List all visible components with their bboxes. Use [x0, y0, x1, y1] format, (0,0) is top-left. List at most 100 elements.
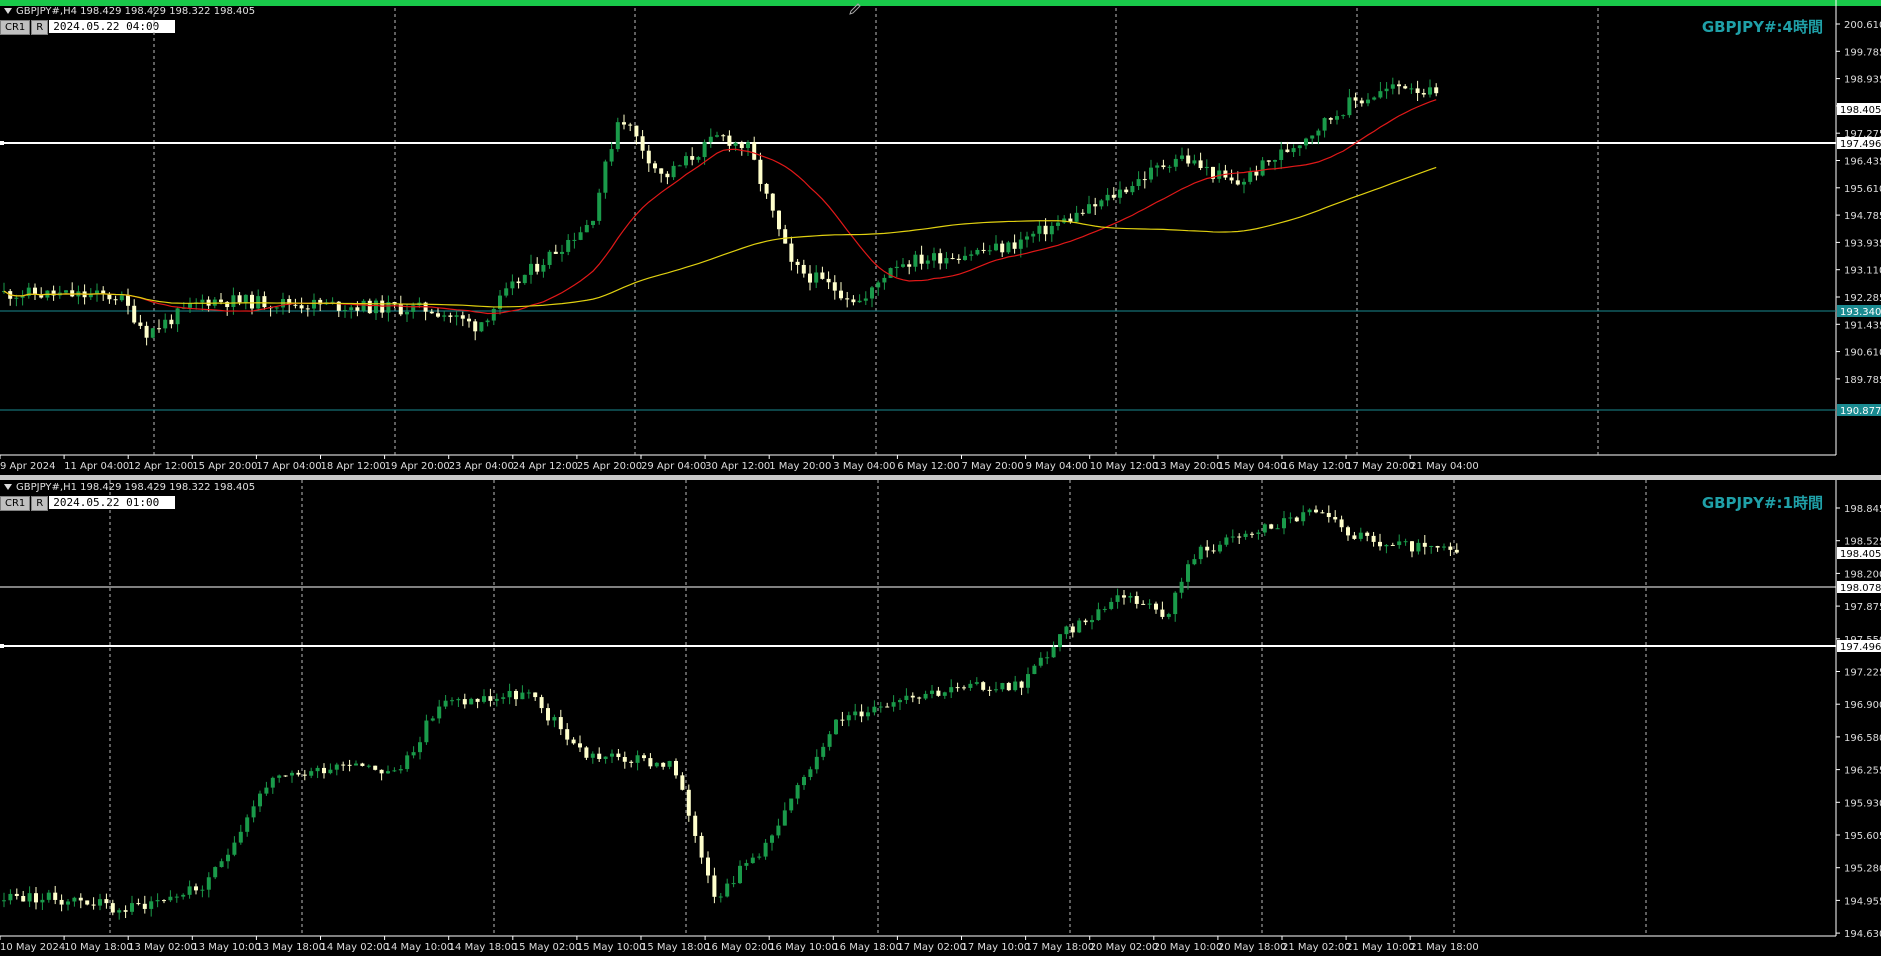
candle-body: [840, 719, 845, 721]
candle-body: [450, 700, 454, 702]
candle-body: [932, 253, 936, 261]
candle-body: [1180, 155, 1184, 159]
candle-body: [448, 315, 453, 317]
candle-body: [917, 697, 922, 699]
candle-body: [66, 901, 70, 905]
candle-body: [501, 697, 506, 699]
candle-body: [1250, 533, 1254, 535]
candle-body: [27, 893, 32, 902]
candle-body: [1160, 609, 1165, 617]
candle-body: [1204, 166, 1209, 169]
price-label: 193.935: [1844, 238, 1881, 249]
h4-chart-panel[interactable]: GBPJPY#,H4 198.429 198.429 198.322 198.4…: [0, 0, 1881, 475]
candle-body: [155, 900, 160, 902]
candle-body: [603, 756, 608, 760]
candle-body: [8, 893, 13, 901]
candle-body: [541, 264, 546, 272]
candle-body: [436, 313, 440, 317]
candle-body: [175, 308, 180, 325]
candle-body: [21, 895, 26, 902]
time-label: 29 Apr 04:00: [641, 461, 706, 472]
candle-body: [488, 696, 493, 701]
h4-chart-canvas[interactable]: 200.610199.785198.935198.110197.275196.4…: [0, 0, 1881, 475]
candle-body: [1049, 225, 1054, 235]
candle-body: [1161, 165, 1166, 168]
candle-body: [859, 711, 864, 717]
candle-body: [174, 896, 179, 898]
candle-body: [1142, 179, 1147, 181]
candle-body: [1291, 148, 1296, 153]
candle-body: [770, 835, 774, 843]
candle-body: [290, 772, 294, 776]
candle-body: [157, 328, 161, 330]
candle-body: [529, 263, 533, 275]
candle-body: [950, 258, 955, 260]
candle-body: [648, 758, 653, 767]
candle-body: [1326, 512, 1331, 518]
candle-body: [1260, 160, 1265, 176]
candle-body: [1347, 97, 1352, 116]
candle-body: [258, 793, 262, 807]
candle-body: [374, 300, 378, 314]
candle-body: [70, 290, 75, 297]
candle-body: [578, 232, 583, 240]
candle-body: [763, 842, 768, 857]
candle-body: [104, 899, 109, 904]
candle-body: [144, 325, 149, 338]
time-label: 1 May 20:00: [769, 461, 831, 472]
candle-body: [206, 877, 211, 890]
candle-body: [578, 743, 582, 748]
candle-body: [277, 775, 282, 778]
candle-body: [853, 711, 858, 716]
candle-body: [1111, 194, 1116, 198]
candle-body: [546, 708, 550, 721]
candle-body: [615, 122, 620, 150]
time-label: 13 May 20:00: [1154, 461, 1223, 472]
time-label: 9 May 04:00: [1026, 461, 1088, 472]
price-label: 194.630: [1844, 929, 1881, 940]
candle-body: [1124, 189, 1129, 193]
candle-body: [78, 897, 83, 901]
candle-body: [53, 892, 58, 900]
candle-body: [113, 299, 118, 301]
candle-body: [232, 842, 237, 855]
candle-body: [1378, 91, 1383, 98]
candle-body: [808, 769, 813, 777]
candle-body: [706, 857, 710, 876]
h1-chart-panel[interactable]: GBPJPY#,H1 198.429 198.429 198.322 198.4…: [0, 480, 1881, 956]
candle-body: [733, 142, 738, 146]
candle-body: [845, 298, 850, 300]
h1-chart-canvas[interactable]: 198.845198.525198.200197.875197.550197.2…: [0, 480, 1881, 956]
time-label: 9 Apr 2024: [0, 461, 55, 472]
candle-body: [1051, 647, 1056, 658]
candle-body: [411, 752, 416, 756]
candle-body: [299, 305, 304, 309]
candle-body: [361, 300, 366, 311]
price-label: 198.935: [1844, 75, 1881, 86]
price-tag-text: 190.877: [1840, 406, 1881, 417]
candle-body: [566, 239, 571, 252]
candle-body: [1421, 92, 1426, 95]
price-label: 197.875: [1844, 602, 1881, 613]
candle-body: [1025, 236, 1029, 240]
candle-body: [923, 693, 928, 699]
candle-body: [783, 229, 788, 244]
candle-body: [981, 682, 986, 690]
candle-body: [1422, 542, 1427, 547]
candle-body: [1435, 545, 1440, 548]
time-label: 21 May 10:00: [1346, 942, 1415, 953]
candle-body: [1000, 682, 1005, 690]
candle-body: [1224, 537, 1229, 545]
candle-body: [1359, 100, 1364, 104]
candle-body: [560, 251, 564, 254]
time-label: 10 May 18:00: [64, 942, 133, 953]
candle-body: [14, 893, 19, 896]
candle-body: [981, 249, 986, 251]
candle-body: [520, 692, 525, 700]
candle-body: [226, 854, 230, 862]
candle-body: [584, 747, 589, 758]
candle-body: [243, 294, 248, 303]
candle-body: [494, 698, 499, 701]
candle-body: [1012, 242, 1017, 249]
candle-body: [132, 305, 137, 323]
